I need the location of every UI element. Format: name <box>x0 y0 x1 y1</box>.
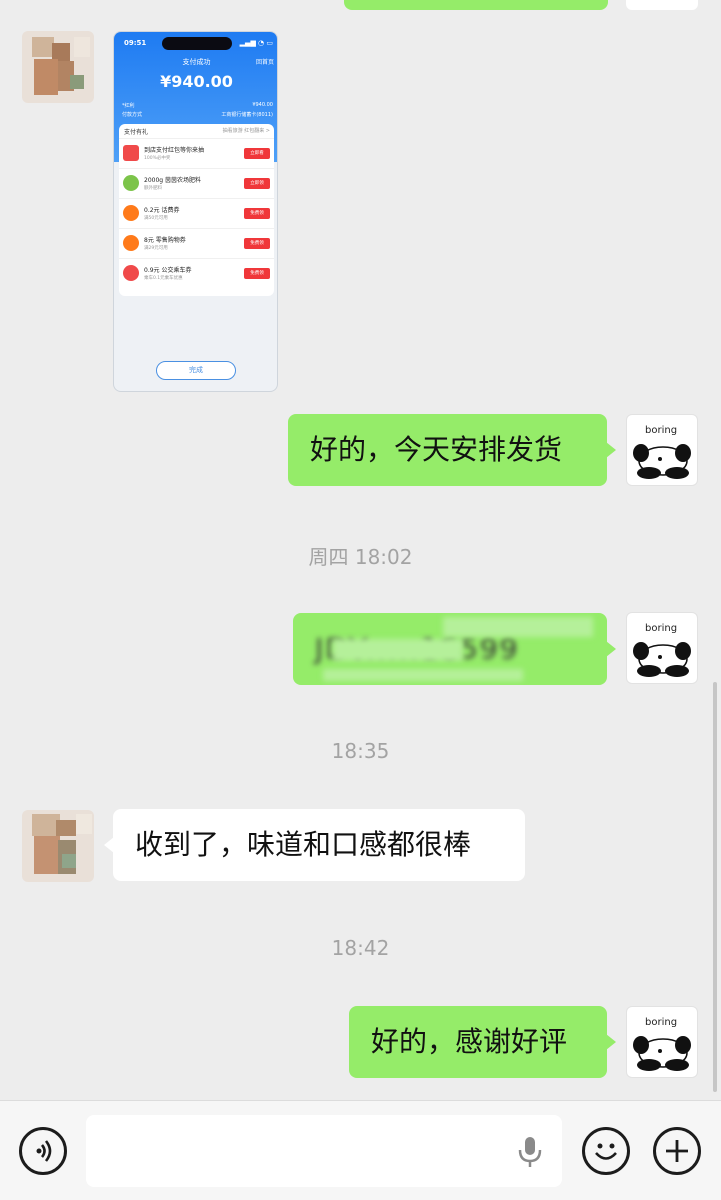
offer-button: 免费领 <box>244 268 270 279</box>
red-packet-icon <box>123 145 139 161</box>
message-bubble-received[interactable]: 收到了，味道和口感都很棒 <box>104 809 525 881</box>
svg-text:boring: boring <box>645 1017 677 1028</box>
status-icons: ▂▄▆ ◔ ▭ <box>239 39 273 47</box>
self-avatar[interactable]: boring <box>626 612 698 684</box>
summary-row: 付款方式 工商银行储蓄卡(8011) <box>122 112 273 118</box>
chat-input-bar <box>0 1100 721 1200</box>
redaction-patch <box>333 639 463 661</box>
panda-icon: boring <box>633 1017 691 1071</box>
summary-row: *红利 ¥940.00 <box>122 102 273 109</box>
shopping-coupon-icon <box>123 235 139 251</box>
lightning-icon <box>123 205 139 221</box>
offer-button: 立即领 <box>244 178 270 189</box>
self-avatar[interactable]: boring <box>626 1006 698 1078</box>
offer-item: 0.2元 话费券 满50元可用 免费领 <box>119 198 274 228</box>
payment-screenshot-image[interactable]: 09:51 ▂▄▆ ◔ ▭ 支付成功 回首页 ¥940.00 *红利 ¥940.… <box>113 31 278 392</box>
bubble-tail <box>606 641 616 657</box>
self-avatar-clipped[interactable] <box>626 0 698 10</box>
message-bubble-sent[interactable]: 好的，今天安排发货 <box>288 414 616 486</box>
offer-item: 8元 零售购物券 满29元可用 免费领 <box>119 228 274 258</box>
contact-avatar[interactable] <box>22 31 94 103</box>
panda-icon: boring <box>633 623 691 677</box>
dynamic-island <box>162 37 232 50</box>
chat-scrollbar[interactable] <box>713 682 717 1092</box>
offer-button: 免费领 <box>244 208 270 219</box>
offer-button: 立即看 <box>244 148 270 159</box>
microphone-icon[interactable] <box>516 1135 544 1169</box>
contact-avatar[interactable] <box>22 810 94 882</box>
status-time: 09:51 <box>124 39 147 47</box>
self-avatar[interactable]: boring <box>626 414 698 486</box>
bus-icon <box>123 265 139 281</box>
fertilizer-icon <box>123 175 139 191</box>
timestamp: 18:42 <box>331 936 390 960</box>
plus-icon[interactable] <box>653 1127 701 1175</box>
offer-button: 免费领 <box>244 238 270 249</box>
tracking-code-bubble[interactable]: JDV.....16599 <box>293 613 607 685</box>
timestamp: 周四 18:02 <box>308 545 413 569</box>
payment-title: 支付成功 <box>182 58 211 66</box>
offer-item: 0.9元 公交乘车券 乘车0.1元乘车优惠 免费领 <box>119 258 274 288</box>
done-button: 完成 <box>156 361 236 380</box>
offers-card-link: 抽看旅游 红包翻来 > <box>222 128 270 134</box>
previous-message-bubble[interactable] <box>344 0 608 10</box>
timestamp: 18:35 <box>331 739 390 763</box>
panda-icon: boring <box>633 425 691 479</box>
svg-text:boring: boring <box>645 425 677 436</box>
offers-card: 支付有礼 抽看旅游 红包翻来 > 到店支付红包等你来抽 100%必中奖 立即看 … <box>119 124 274 296</box>
message-input[interactable] <box>86 1115 562 1187</box>
message-bubble-sent[interactable]: 好的，感谢好评 <box>349 1006 616 1078</box>
voice-icon[interactable] <box>19 1127 67 1175</box>
emoji-icon[interactable] <box>582 1127 630 1175</box>
payment-amount: ¥940.00 <box>160 72 233 91</box>
redaction-patch <box>323 669 523 681</box>
back-home-link: 回首页 <box>255 59 274 66</box>
redaction-patch <box>443 617 593 637</box>
offer-item: 2000g 茵茵农场肥料 额外肥料 立即领 <box>119 168 274 198</box>
offers-card-title: 支付有礼 <box>124 129 149 136</box>
svg-text:boring: boring <box>645 623 677 634</box>
offer-item: 到店支付红包等你来抽 100%必中奖 立即看 <box>119 138 274 168</box>
